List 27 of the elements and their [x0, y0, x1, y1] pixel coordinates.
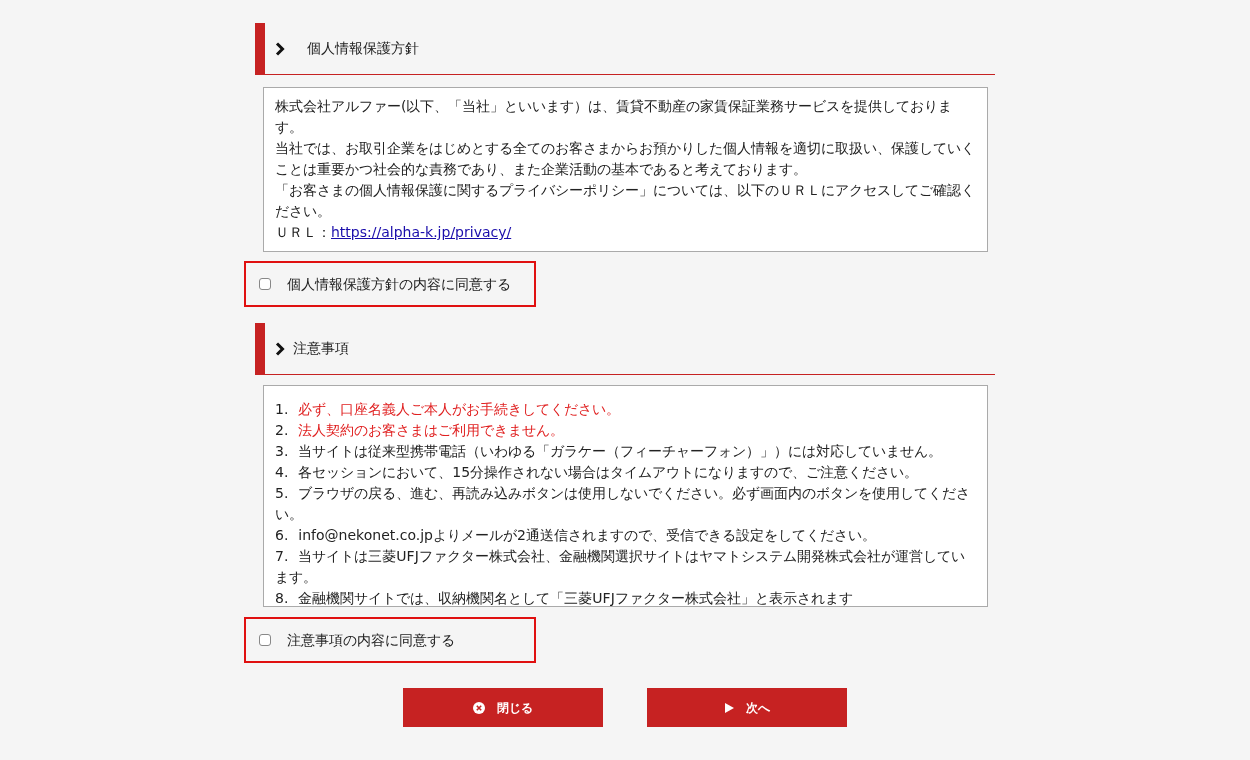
notice-item: 3. 当サイトは従来型携帯電話（いわゆる「ガラケー（フィーチャーフォン）」）には対応していません。	[275, 442, 944, 461]
notice-item: 6. info@nekonet.co.jpよりメールが2通送信されますので、受信できる設定をしてください。	[275, 526, 877, 545]
notice-item: 4. 各セッションにおいて、15分操作されない場合はタイムアウトになりますので、ご注意ください。	[275, 463, 920, 482]
checkbox-label: 注意事項の内容に同意する	[287, 630, 455, 650]
privacy-link[interactable]: https://alpha-k.jp/privacy/	[331, 224, 512, 240]
section-title: 個人情報保護方針	[307, 39, 419, 58]
next-button[interactable]: 次へ	[647, 688, 847, 727]
policy-paragraph: 当社では、お取引企業をはじめとする全てのお客さまからお預かりした個人情報を適切に取扱い、保護していくことは重要かつ社会的な責務であり、また企業活動の基本であると考えております。	[275, 139, 976, 179]
notice-item: 5. ブラウザの戻る、進む、再読み込みボタンは使用しないでください。必ず画面内のボタンを使用してください。	[275, 484, 972, 524]
agree-checkbox-row[interactable]: 個人情報保護方針の内容に同意する	[244, 261, 536, 307]
close-icon	[473, 701, 485, 714]
agree-checkbox-row[interactable]: 注意事項の内容に同意する	[244, 617, 536, 663]
section-title: 注意事項	[293, 339, 349, 358]
policy-paragraph: 株式会社アルファー(以下、「当社」といいます）は、賃貸不動産の家賃保証業務サービスを提供しております。	[275, 97, 954, 137]
url-label: ＵＲＬ：	[275, 224, 331, 240]
checkbox[interactable]	[259, 278, 271, 290]
chevron-icon	[275, 341, 285, 356]
notice-item: 7. 当サイトは三菱UFJファクター株式会社、金融機関選択サイトはヤマトシステム開発株式会社が運営しています。	[275, 547, 966, 587]
notice-item: 8. 金融機関サイトでは、収納機関名として「三菱UFJファクター株式会社」と表示されます	[275, 589, 854, 606]
play-icon	[724, 702, 734, 713]
policy-paragraph: 「お客さまの個人情報保護に関するプライバシーポリシー」については、以下のＵＲＬにアクセスしてご確認ください。	[275, 181, 976, 221]
notice-item: 2. 法人契約のお客さまはご利用できません。	[275, 421, 566, 440]
checkbox-label: 個人情報保護方針の内容に同意する	[287, 274, 511, 294]
notice-item: 1. 必ず、口座名義人ご本人がお手続きしてください。	[275, 400, 622, 419]
checkbox[interactable]	[259, 634, 271, 646]
close-button[interactable]: 閉じる	[403, 688, 603, 727]
chevron-icon	[275, 41, 285, 56]
